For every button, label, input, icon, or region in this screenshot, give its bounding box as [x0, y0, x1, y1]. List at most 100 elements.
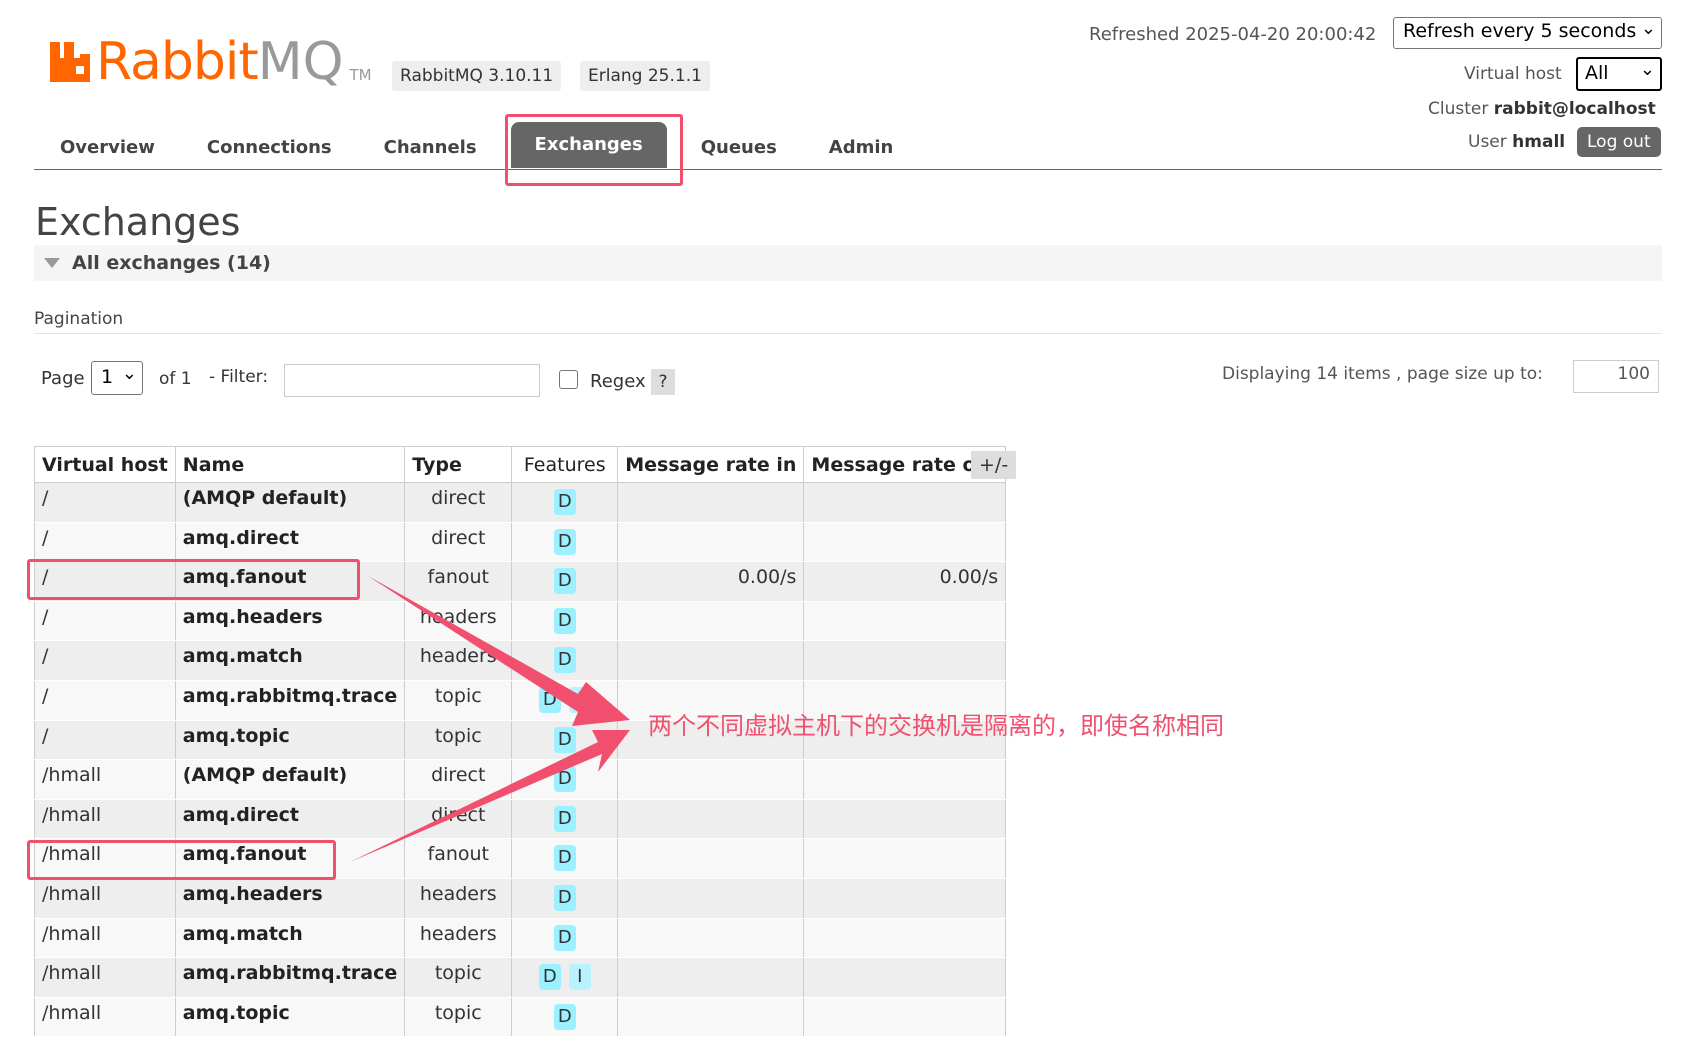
cell-rate-in	[617, 917, 805, 959]
cell-rate-in: 0.00/s	[617, 561, 805, 602]
table-row[interactable]: /hmall amq.match headers D	[34, 917, 1007, 959]
table-row[interactable]: / amq.headers headers D	[34, 600, 1007, 642]
annotation-text: 两个不同虚拟主机下的交换机是隔离的，即使名称相同	[648, 712, 1224, 740]
rabbitmq-version-badge: RabbitMQ 3.10.11	[392, 61, 562, 91]
cell-features: D	[511, 798, 619, 840]
durable-badge: D	[553, 607, 576, 634]
cell-exchange-name-link[interactable]: amq.match	[174, 917, 406, 959]
tab-queues[interactable]: Queues	[675, 128, 803, 168]
col-name[interactable]: Name	[174, 446, 406, 483]
cell-exchange-name-link[interactable]: amq.rabbitmq.trace	[174, 679, 406, 721]
highlight-box-exchanges-tab	[505, 114, 683, 186]
refresh-interval-select[interactable]: Refresh every 5 seconds ⌄	[1393, 17, 1662, 49]
user-name: hmall	[1512, 132, 1566, 152]
cell-rate-out	[803, 838, 1007, 879]
tab-admin[interactable]: Admin	[803, 128, 920, 168]
col-message-rate-in[interactable]: Message rate in	[617, 446, 805, 483]
cell-type: direct	[404, 759, 513, 800]
table-row[interactable]: /hmall amq.direct direct D	[34, 798, 1007, 840]
col-virtual-host[interactable]: Virtual host	[34, 446, 176, 483]
cell-exchange-name-link[interactable]: amq.rabbitmq.trace	[174, 957, 406, 998]
main-nav-tabs: Overview Connections Channels Exchanges …	[34, 120, 919, 168]
cell-rate-out	[803, 957, 1007, 998]
cell-exchange-name-link[interactable]: amq.match	[174, 640, 406, 681]
durable-badge: D	[553, 884, 576, 911]
cell-rate-out	[803, 798, 1007, 840]
pagination-divider	[34, 333, 1662, 334]
table-row[interactable]: /hmall (AMQP default) direct D	[34, 759, 1007, 800]
cell-exchange-name-link[interactable]: (AMQP default)	[174, 759, 406, 800]
chevron-down-icon: ⌄	[1639, 59, 1655, 80]
cell-rate-out	[803, 640, 1007, 681]
cell-rate-out	[803, 482, 1007, 523]
cell-rate-in	[617, 838, 805, 879]
all-exchanges-section-toggle[interactable]: All exchanges (14)	[34, 245, 1662, 281]
table-row[interactable]: /hmall amq.rabbitmq.trace topic D I	[34, 957, 1007, 998]
cell-exchange-name-link[interactable]: amq.headers	[174, 600, 406, 642]
cell-vhost: /	[34, 482, 176, 523]
cell-rate-out: 0.00/s	[803, 561, 1007, 602]
page-size-input[interactable]: 100	[1573, 360, 1659, 393]
cell-exchange-name-link[interactable]: amq.direct	[174, 521, 406, 563]
refresh-interval-value: Refresh every 5 seconds	[1403, 20, 1637, 42]
page-select[interactable]: 1 ⌄	[91, 361, 143, 395]
internal-badge: I	[568, 686, 591, 713]
vhost-select[interactable]: All ⌄	[1576, 57, 1662, 91]
vhost-label: Virtual host	[1464, 64, 1562, 84]
cell-vhost: /hmall	[34, 957, 176, 998]
logo-tm-text: TM	[349, 66, 372, 84]
durable-badge: D	[553, 845, 576, 872]
cell-rate-in	[617, 877, 805, 919]
table-row[interactable]: /hmall amq.topic topic D	[34, 996, 1007, 1038]
page-title: Exchanges	[35, 200, 241, 244]
logo-rabbit-text: Rabbit	[96, 32, 259, 92]
cell-type: direct	[404, 521, 513, 563]
cell-type: direct	[404, 798, 513, 840]
refreshed-timestamp: Refreshed 2025-04-20 20:00:42	[1089, 24, 1377, 45]
highlight-box-root-fanout	[27, 559, 360, 600]
cell-rate-in	[617, 521, 805, 563]
table-row[interactable]: / amq.direct direct D	[34, 521, 1007, 563]
regex-label: Regex	[590, 371, 646, 392]
durable-badge: D	[553, 924, 576, 951]
tab-connections[interactable]: Connections	[181, 128, 358, 168]
cell-exchange-name-link[interactable]: amq.direct	[174, 798, 406, 840]
table-row[interactable]: / amq.match headers D	[34, 640, 1007, 681]
cell-type: headers	[404, 877, 513, 919]
exchanges-table: Virtual host Name Type Features Message …	[34, 446, 1007, 1038]
filter-input[interactable]	[284, 364, 540, 397]
rabbitmq-logo[interactable]: Rabbit MQ TM	[50, 36, 372, 88]
durable-badge: D	[553, 489, 576, 515]
durable-badge: D	[538, 964, 561, 991]
page-select-value: 1	[101, 366, 114, 388]
cell-features: DI	[511, 679, 619, 721]
cell-vhost: /hmall	[34, 798, 176, 840]
cell-type: fanout	[404, 838, 513, 879]
table-row[interactable]: /hmall amq.headers headers D	[34, 877, 1007, 919]
internal-badge: I	[568, 964, 591, 991]
displaying-items-label: Displaying 14 items , page size up to:	[1222, 364, 1543, 384]
cell-features: D	[511, 996, 619, 1038]
regex-checkbox[interactable]	[559, 370, 578, 389]
cell-features: D	[511, 719, 619, 761]
regex-help-button[interactable]: ?	[651, 369, 675, 395]
cluster-info: Cluster rabbit@localhost	[1428, 99, 1656, 119]
tab-channels[interactable]: Channels	[358, 128, 503, 168]
tab-overview[interactable]: Overview	[34, 128, 181, 168]
cell-rate-out	[803, 600, 1007, 642]
user-label: User	[1468, 132, 1507, 152]
filter-label: - Filter:	[209, 367, 269, 387]
cell-exchange-name-link[interactable]: (AMQP default)	[174, 482, 406, 523]
col-type[interactable]: Type	[404, 446, 513, 483]
cell-type: topic	[404, 719, 513, 761]
pagination-heading: Pagination	[34, 309, 124, 329]
cell-vhost: /hmall	[34, 877, 176, 919]
user-info: User hmall	[1468, 132, 1565, 152]
table-row[interactable]: / (AMQP default) direct D	[34, 482, 1007, 523]
cell-exchange-name-link[interactable]: amq.topic	[174, 996, 406, 1038]
cell-exchange-name-link[interactable]: amq.topic	[174, 719, 406, 761]
logout-button[interactable]: Log out	[1577, 127, 1661, 157]
cell-exchange-name-link[interactable]: amq.headers	[174, 877, 406, 919]
cell-features: D	[511, 917, 619, 959]
column-toggle-button[interactable]: +/-	[971, 451, 1017, 479]
